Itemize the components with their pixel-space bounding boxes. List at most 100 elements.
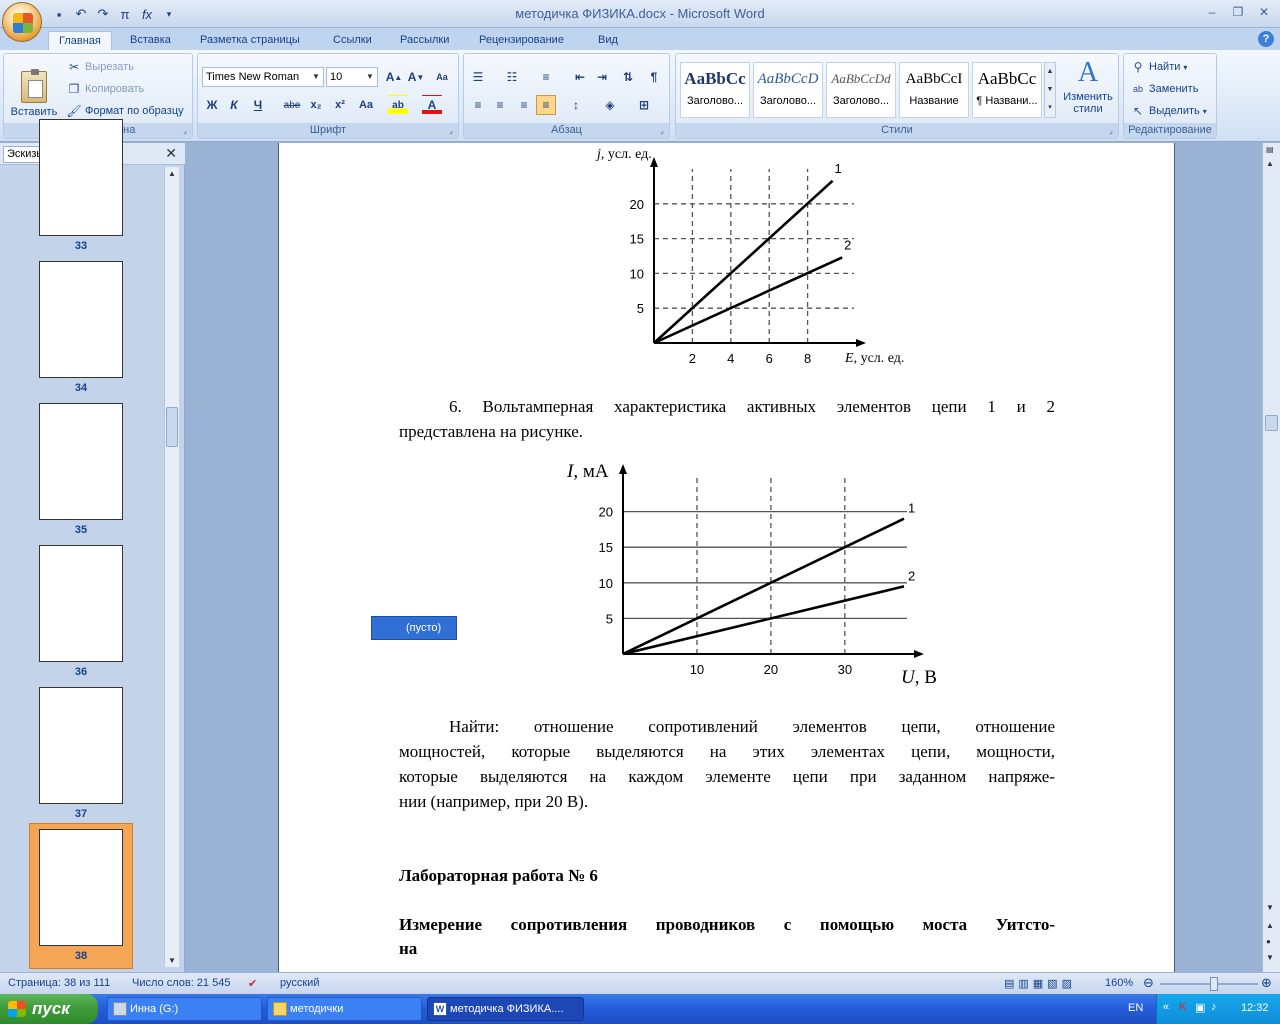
dialog-launcher-icon[interactable]: ⌟ <box>1106 126 1116 136</box>
font-size-combo[interactable]: 10 ▼ <box>326 67 378 87</box>
input-language[interactable]: EN <box>1128 1002 1143 1014</box>
pilcrow-icon[interactable]: ¶ <box>644 67 664 87</box>
select-button[interactable]: ↖ Выделить ▾ <box>1130 103 1207 119</box>
sort-icon[interactable]: ⇅ <box>618 67 638 87</box>
tab-page-layout[interactable]: Разметка страницы <box>190 31 310 50</box>
document-page[interactable]: 2 4 6 8 5 10 15 20 1 2 j, усл. ед. E, усл. ед. 6. В… <box>278 143 1175 972</box>
font-name-combo[interactable]: Times New Roman ▼ <box>202 67 324 87</box>
thumbnail-scroll-thumb[interactable] <box>166 407 178 447</box>
thumbnail-page-33[interactable] <box>39 119 123 236</box>
scroll-down-icon[interactable]: ▼ <box>168 956 176 965</box>
language-indicator[interactable]: русский <box>280 977 319 989</box>
close-icon[interactable]: ✕ <box>1252 3 1276 21</box>
dialog-launcher-icon[interactable]: ⌟ <box>446 126 456 136</box>
tab-mailings[interactable]: Рассылки <box>390 31 459 50</box>
numbering-icon[interactable]: ☷ <box>502 67 522 87</box>
style-title[interactable]: AaBbCcI Название <box>899 62 969 118</box>
underline-button[interactable]: Ч <box>248 95 268 115</box>
task-drive-g[interactable]: Инна (G:) <box>107 997 262 1021</box>
paste-button[interactable]: Вставить <box>8 58 60 118</box>
decrease-indent-icon[interactable]: ⇤ <box>570 67 590 87</box>
bold-button[interactable]: Ж <box>202 95 222 115</box>
thumbnail-page-34[interactable] <box>39 261 123 378</box>
dialog-launcher-icon[interactable]: ⌟ <box>180 126 190 136</box>
styles-scroll[interactable]: ▲ ▼ ▾ <box>1044 62 1056 118</box>
scroll-up-icon[interactable]: ▲ <box>168 169 176 178</box>
restore-icon[interactable]: ❐ <box>1226 3 1250 21</box>
thumbnail-page-36[interactable] <box>39 545 123 662</box>
change-styles-button[interactable]: A Изменить стили <box>1060 58 1116 120</box>
previous-page-icon[interactable]: ▲ <box>1266 921 1274 930</box>
change-case-button[interactable]: Aa <box>356 95 376 115</box>
start-button[interactable]: пуск <box>0 994 98 1024</box>
shrink-font-icon[interactable]: A ▼ <box>406 67 426 87</box>
line-spacing-icon[interactable]: ↕ <box>566 95 586 115</box>
zoom-out-icon[interactable]: ⊖ <box>1143 975 1154 991</box>
increase-indent-icon[interactable]: ⇥ <box>592 67 612 87</box>
tray-arrow-icon[interactable]: « <box>1163 1001 1169 1013</box>
view-buttons-icon[interactable]: ▤▥▦▧▨ <box>1004 977 1076 990</box>
subscript-button[interactable]: x₂ <box>306 95 326 115</box>
task-word-document[interactable]: Wметодичка ФИЗИКА.... <box>427 997 584 1021</box>
help-icon[interactable]: ? <box>1258 31 1274 47</box>
zoom-level[interactable]: 160% <box>1105 977 1133 989</box>
next-page-icon[interactable]: ▼ <box>1266 953 1274 962</box>
style-heading-2[interactable]: AaBbCcD Заголово... <box>753 62 823 118</box>
thumbnail-page-37[interactable] <box>39 687 123 804</box>
highlight-icon[interactable]: ab <box>388 95 408 115</box>
word-count[interactable]: Число слов: 21 545 <box>132 977 230 989</box>
replace-button[interactable]: ab Заменить <box>1130 81 1198 97</box>
strikethrough-button[interactable]: abe <box>282 95 302 115</box>
align-left-icon[interactable]: ≡ <box>468 95 488 115</box>
find-button[interactable]: ⚲ Найти ▾ <box>1130 59 1188 75</box>
align-center-icon[interactable]: ≡ <box>490 95 510 115</box>
align-right-icon[interactable]: ≡ <box>514 95 534 115</box>
cut-button[interactable]: ✂ Вырезать <box>66 59 134 75</box>
style-heading-1[interactable]: AaBbCc Заголово... <box>680 62 750 118</box>
page-counter[interactable]: Страница: 38 из 111 <box>8 977 110 989</box>
copy-button[interactable]: ❐ Копировать <box>66 81 145 97</box>
borders-icon[interactable]: ⊞ <box>634 95 654 115</box>
volume-icon[interactable]: ♪ <box>1211 1001 1217 1013</box>
thumbnail-page-38[interactable] <box>39 829 123 946</box>
document-scrollbar[interactable]: ▤ ▲ ▼ ▲ ● ▼ <box>1262 143 1280 972</box>
network-icon[interactable]: ▣ <box>1195 1001 1205 1014</box>
clear-format-icon[interactable]: Aa <box>432 67 452 87</box>
browse-object-icon[interactable]: ● <box>1266 937 1271 946</box>
ruler-toggle-icon[interactable]: ▤ <box>1266 145 1274 154</box>
tab-review[interactable]: Рецензирование <box>469 31 574 50</box>
shading-icon[interactable]: ◈ <box>600 95 620 115</box>
document-scroll-thumb[interactable] <box>1265 415 1278 431</box>
thumbnail-page-35[interactable] <box>39 403 123 520</box>
close-icon[interactable]: ✕ <box>165 145 177 162</box>
zoom-slider-knob[interactable] <box>1210 977 1218 991</box>
proofing-icon[interactable]: ✔ <box>248 977 257 990</box>
clock[interactable]: 12:32 <box>1241 1002 1269 1014</box>
dialog-launcher-icon[interactable]: ⌟ <box>657 126 667 136</box>
style-heading-3[interactable]: AaBbCcDd Заголово... <box>826 62 896 118</box>
bullets-icon[interactable]: ☰ <box>468 67 488 87</box>
minimize-icon[interactable]: – <box>1200 3 1224 21</box>
tab-view[interactable]: Вид <box>588 31 628 50</box>
office-button[interactable] <box>2 2 42 42</box>
empty-placeholder-box[interactable]: (пусто) <box>371 616 457 640</box>
antivirus-icon[interactable]: K <box>1179 1001 1186 1013</box>
grow-font-icon[interactable]: A ▲ <box>384 67 404 87</box>
task-folder[interactable]: методички <box>267 997 422 1021</box>
format-painter-button[interactable]: 🖌 Формат по образцу <box>66 103 183 119</box>
superscript-button[interactable]: x² <box>330 95 350 115</box>
justify-icon[interactable]: ≡ <box>536 95 556 115</box>
zoom-slider-track[interactable] <box>1160 983 1258 985</box>
italic-button[interactable]: К <box>224 95 244 115</box>
tab-home[interactable]: Главная <box>48 31 112 50</box>
multilevel-list-icon[interactable]: ≡ <box>536 67 556 87</box>
lab-subtitle-line-2: на <box>399 939 418 958</box>
font-color-icon[interactable]: A <box>422 95 442 115</box>
scroll-up-icon[interactable]: ▲ <box>1266 159 1274 168</box>
thumbnail-scrollbar[interactable]: ▲ ▼ <box>164 167 179 967</box>
zoom-in-icon[interactable]: ⊕ <box>1261 975 1272 991</box>
style-title-alt[interactable]: AaBbCc ¶ Названи... <box>972 62 1042 118</box>
tab-insert[interactable]: Вставка <box>120 31 181 50</box>
tab-references[interactable]: Ссылки <box>323 31 382 50</box>
scroll-down-icon[interactable]: ▼ <box>1266 903 1274 912</box>
